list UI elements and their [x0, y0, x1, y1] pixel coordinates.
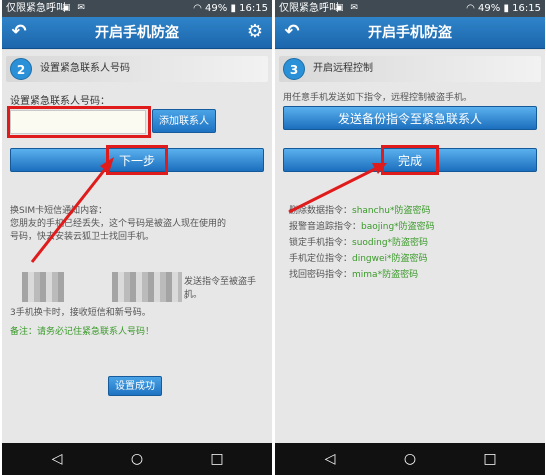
- arrow-line-2: [288, 166, 378, 214]
- red-arrow-annotation: [30, 157, 114, 263]
- red-arrow-annotation: [288, 163, 387, 214]
- phone-screen-step-2: 仅限紧急呼叫 ▣ ✉ ◠ 49% ▮ 16:15 ↶ 开启手机防盗 ⚙ 2 设置…: [2, 0, 272, 475]
- arrow-line-1: [30, 167, 108, 263]
- phone-screen-step-3: 仅限紧急呼叫 ▣ ✉ ◠ 49% ▮ 16:15 ↶ 开启手机防盗 3 开启远程…: [275, 0, 545, 475]
